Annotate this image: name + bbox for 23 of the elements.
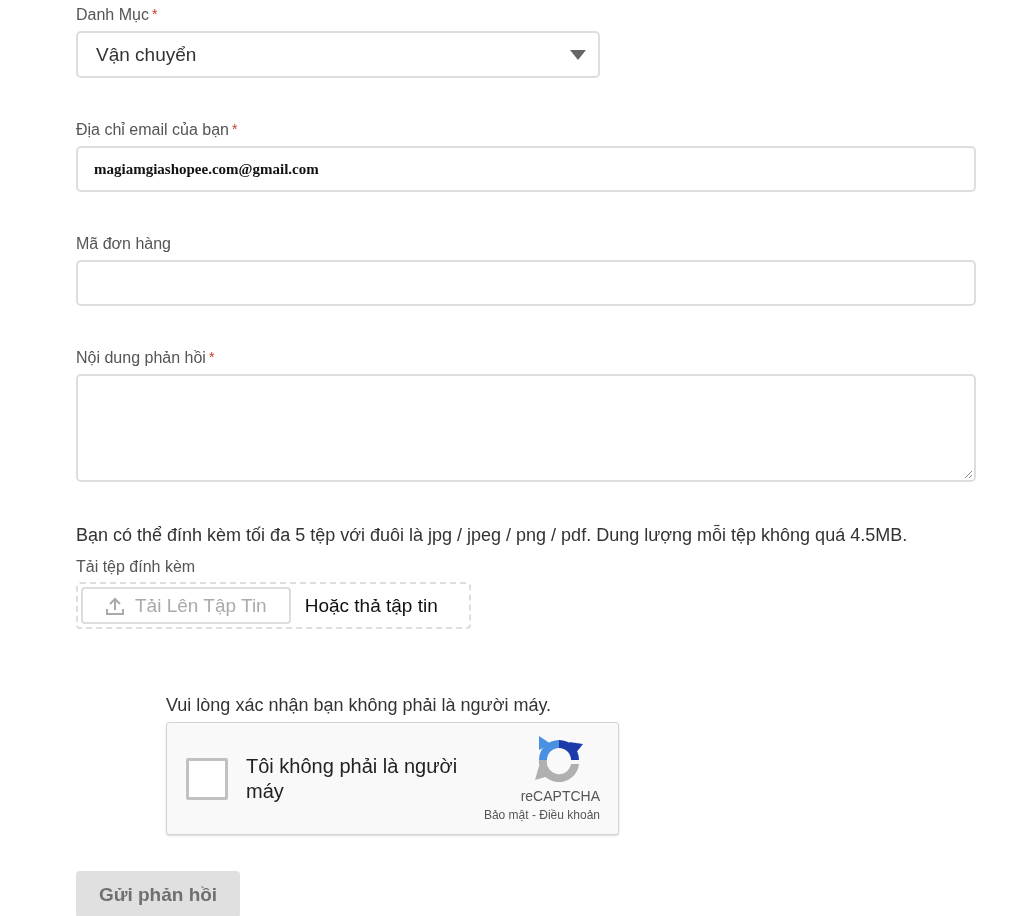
- captcha-brand: reCAPTCHA: [520, 787, 600, 804]
- field-label: Địa chỉ email của bạn: [76, 121, 229, 139]
- required-mark: *: [208, 349, 215, 367]
- field-label: Mã đơn hàng: [76, 235, 171, 253]
- dropdown-field[interactable]: Vận chuyển: [76, 31, 600, 78]
- required-mark: *: [151, 6, 158, 24]
- info-text: Bạn có thể đính kèm tối đa 5 tệp với đuôi là jpg / jpeg / png / pdf. Dung lượng mỗi tệp không quá 4.5MB.: [76, 525, 909, 546]
- input-field[interactable]: [76, 260, 976, 306]
- drop-zone[interactable]: Tải Lên Tập Tin Hoặc thả tập tin: [76, 582, 471, 629]
- upload-icon: [105, 595, 125, 616]
- field-label: Danh Mục: [76, 6, 149, 24]
- field-label: Tải tệp đính kèm: [76, 558, 197, 576]
- circular-arrows-icon: [535, 735, 583, 784]
- field-label: Nội dung phản hồi: [76, 349, 206, 367]
- required-mark: *: [231, 121, 238, 139]
- resize-handle-icon[interactable]: [964, 470, 972, 478]
- checkbox[interactable]: [186, 757, 228, 800]
- caret-icon: [570, 49, 586, 60]
- checkbox-label: Tôi không phải là người máy: [246, 753, 459, 804]
- terms-links[interactable]: Bảo mật - Điều khoản: [483, 807, 600, 822]
- captcha-prompt: Vui lòng xác nhận bạn không phải là người máy.: [166, 695, 553, 716]
- drop-hint: Hoặc thả tập tin: [304, 594, 438, 617]
- input-field[interactable]: magiamgiashopee.com@gmail.com: [76, 146, 976, 192]
